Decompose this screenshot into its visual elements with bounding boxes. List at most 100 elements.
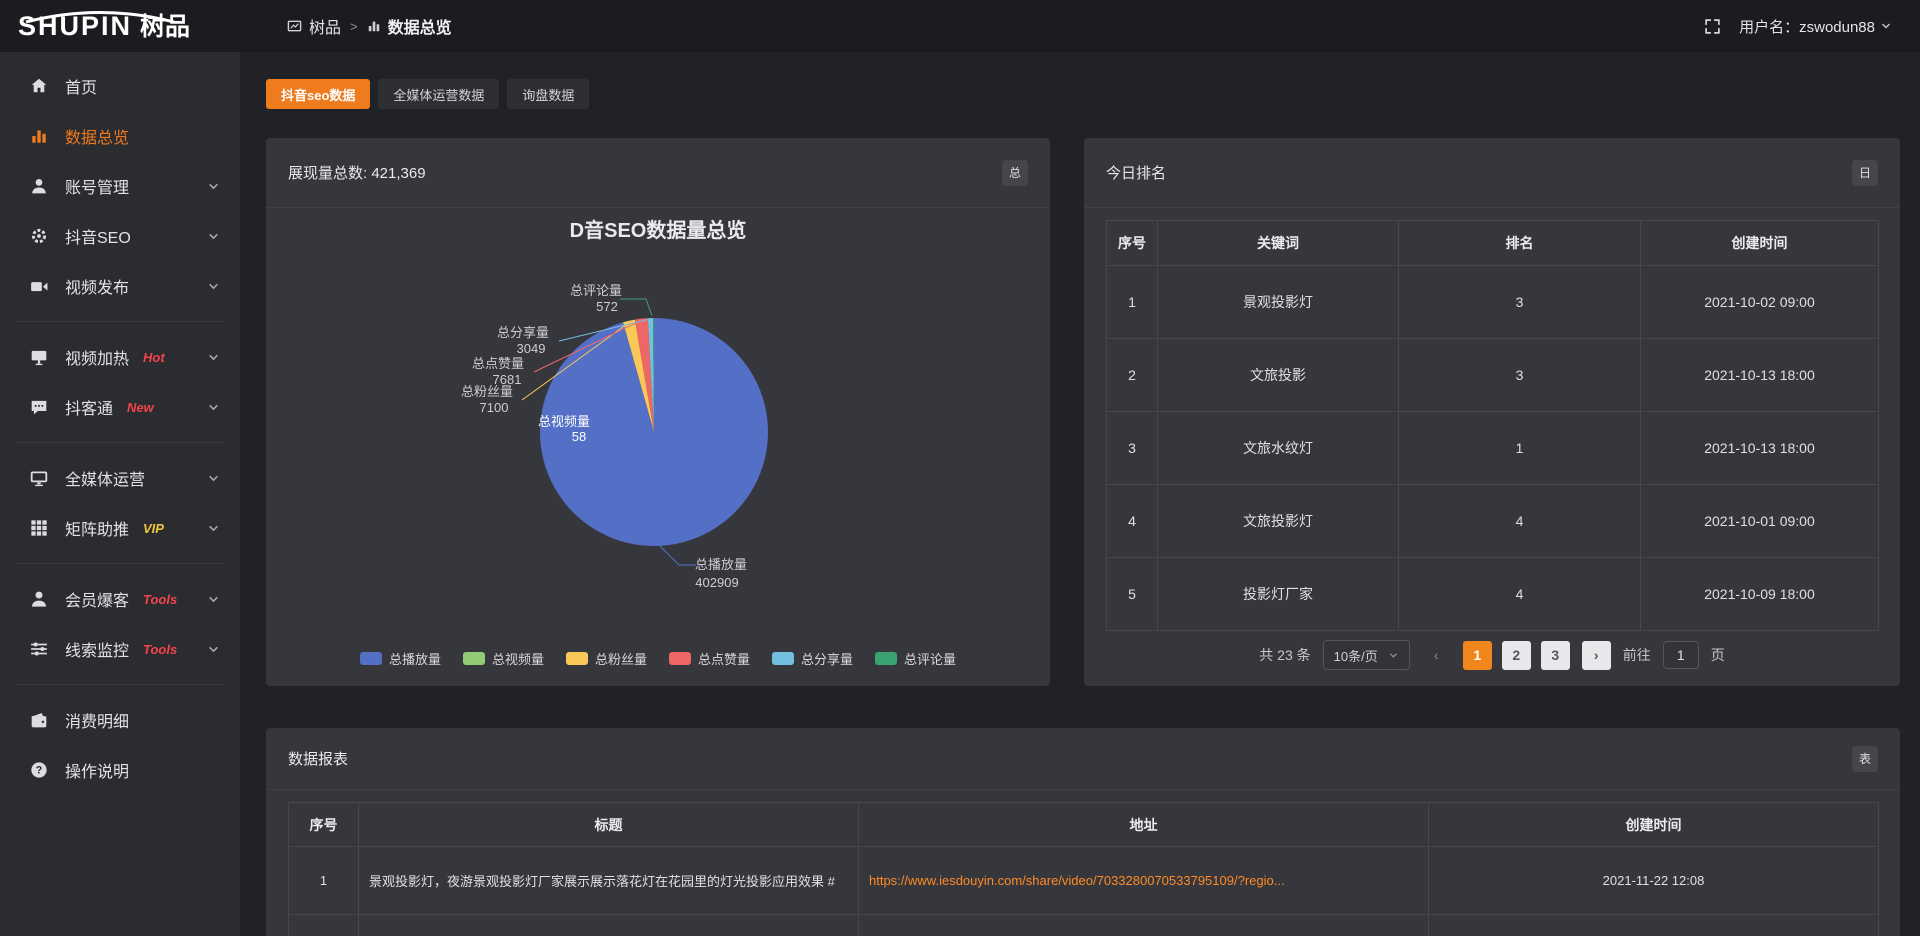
sidebar-item-label: 视频加热 xyxy=(65,345,129,369)
sidebar-item-help-circle[interactable]: ?操作说明 xyxy=(0,745,240,795)
table-row: 1景观投影灯，夜游景观投影灯厂家展示展示落花灯在花园里的灯光投影应用效果 #ht… xyxy=(289,847,1879,915)
impressions-total-label: 展现量总数: 421,369 xyxy=(288,162,426,183)
sidebar-item-video-camera[interactable]: 视频发布 xyxy=(0,261,240,311)
bar-chart-icon xyxy=(30,127,50,145)
rank-cell: 3 xyxy=(1399,339,1641,412)
fullscreen-icon[interactable] xyxy=(1704,18,1721,35)
chevron-down-icon xyxy=(207,643,220,656)
tab-1[interactable]: 全媒体运营数据 xyxy=(378,79,499,109)
screen-icon xyxy=(30,348,50,366)
page-button-2[interactable]: 2 xyxy=(1502,641,1531,670)
goto-page-input[interactable] xyxy=(1663,641,1699,669)
sidebar-item-chat[interactable]: 抖客通 New xyxy=(0,382,240,432)
legend-item-总粉丝量[interactable]: 总粉丝量 xyxy=(566,649,647,668)
sidebar-item-tag: Tools xyxy=(143,592,177,607)
sidebar-item-grid[interactable]: 矩阵助推 VIP xyxy=(0,503,240,553)
page-button-3[interactable]: 3 xyxy=(1541,641,1570,670)
legend-swatch xyxy=(360,652,382,665)
pie-callout-value: 402909 xyxy=(695,575,738,590)
sidebar-item-gear[interactable]: 抖音SEO xyxy=(0,211,240,261)
member-icon xyxy=(30,590,50,608)
sidebar-item-home[interactable]: 首页 xyxy=(0,61,240,111)
day-badge-button[interactable]: 日 xyxy=(1852,160,1878,186)
sidebar-divider xyxy=(16,442,224,443)
breadcrumb-root[interactable]: 树品 xyxy=(287,14,341,38)
page-buttons: 123 xyxy=(1463,641,1570,670)
sidebar-item-label: 首页 xyxy=(65,74,97,98)
report-column-header: 标题 xyxy=(359,803,859,847)
svg-text:?: ? xyxy=(36,765,43,777)
sidebar-item-wallet[interactable]: 消费明细 xyxy=(0,695,240,745)
sidebar-item-label: 矩阵助推 xyxy=(65,516,129,540)
monitor-icon xyxy=(30,469,50,487)
sidebar-item-tag: VIP xyxy=(143,521,164,536)
sidebar-item-label: 线索监控 xyxy=(65,637,129,661)
sidebar-item-screen[interactable]: 视频加热Hot xyxy=(0,332,240,382)
chevron-down-icon xyxy=(207,180,220,193)
tab-2[interactable]: 询盘数据 xyxy=(507,79,589,109)
chart-legend: 总播放量 总视频量 总粉丝量 总点赞量 总分享量 总评论量 xyxy=(266,649,1050,668)
logo-arc xyxy=(20,11,180,23)
pagination-total: 共 23 条 xyxy=(1259,645,1310,665)
table-row: 1景观投影灯32021-10-02 09:00 xyxy=(1107,266,1879,339)
legend-item-总分享量[interactable]: 总分享量 xyxy=(772,649,853,668)
sidebar-item-label: 抖客通 xyxy=(65,395,113,419)
goto-label: 前往 xyxy=(1623,645,1651,665)
sidebar-item-tag: New xyxy=(127,400,154,415)
next-page-button[interactable]: › xyxy=(1582,641,1611,670)
rank-cell: 5 xyxy=(1107,558,1158,631)
table-badge-button[interactable]: 表 xyxy=(1852,746,1878,772)
legend-item-总评论量[interactable]: 总评论量 xyxy=(875,649,956,668)
report-column-header: 序号 xyxy=(289,803,359,847)
legend-item-总视频量[interactable]: 总视频量 xyxy=(463,649,544,668)
total-badge-button[interactable]: 总 xyxy=(1002,160,1028,186)
legend-item-总播放量[interactable]: 总播放量 xyxy=(360,649,441,668)
prev-page-button[interactable]: ‹ xyxy=(1422,641,1451,670)
table-row: 3文旅水纹灯12021-10-13 18:00 xyxy=(1107,412,1879,485)
top-header: SHUPIN 树品 树品 > 数据总览 用户名：zswodun88 xyxy=(0,0,1920,52)
video-link[interactable]: https://www.iesdouyin.com/share/video/70… xyxy=(869,873,1418,888)
rank-cell: 文旅水纹灯 xyxy=(1158,412,1399,485)
chevron-down-icon xyxy=(207,472,220,485)
legend-label: 总评论量 xyxy=(904,649,956,668)
rank-panel-head: 今日排名 日 xyxy=(1084,138,1900,208)
sidebar-item-user[interactable]: 账号管理 xyxy=(0,161,240,211)
rank-column-header: 序号 xyxy=(1107,221,1158,266)
sidebar-item-label: 数据总览 xyxy=(65,124,129,148)
legend-swatch xyxy=(772,652,794,665)
pie-callout-value: 58 xyxy=(572,429,586,444)
rank-cell: 2021-10-01 09:00 xyxy=(1641,485,1879,558)
page-size-select[interactable]: 10条/页 xyxy=(1323,640,1410,670)
rank-column-header: 关键词 xyxy=(1158,221,1399,266)
rank-cell: 4 xyxy=(1399,485,1641,558)
sidebar-item-member[interactable]: 会员爆客Tools xyxy=(0,574,240,624)
tab-0[interactable]: 抖音seo数据 xyxy=(266,79,370,109)
legend-item-总点赞量[interactable]: 总点赞量 xyxy=(669,649,750,668)
pagination: 共 23 条 10条/页 ‹ 123 › 前往 页 xyxy=(1084,640,1900,670)
username-label: 用户名：zswodun88 xyxy=(1739,16,1875,37)
table-row: 2文旅投影32021-10-13 18:00 xyxy=(1107,339,1879,412)
user-dropdown[interactable]: 用户名：zswodun88 xyxy=(1739,16,1892,37)
report-cell-title xyxy=(359,915,859,936)
wallet-icon xyxy=(30,711,50,729)
grid-icon xyxy=(30,519,50,537)
report-cell-url xyxy=(859,915,1429,936)
rank-column-header: 创建时间 xyxy=(1641,221,1879,266)
pie-callout-name: 总点赞量 xyxy=(472,356,524,371)
rank-table: 序号关键词排名创建时间 1景观投影灯32021-10-02 09:002文旅投影… xyxy=(1106,220,1879,631)
page-size-value: 10条/页 xyxy=(1334,646,1378,665)
legend-swatch xyxy=(463,652,485,665)
sidebar-item-sliders[interactable]: 线索监控Tools xyxy=(0,624,240,674)
sidebar-divider xyxy=(16,684,224,685)
breadcrumb: 树品 > 数据总览 xyxy=(287,14,452,38)
sidebar-item-monitor[interactable]: 全媒体运营 xyxy=(0,453,240,503)
page-button-1[interactable]: 1 xyxy=(1463,641,1492,670)
rank-cell: 1 xyxy=(1107,266,1158,339)
table-row: 5投影灯厂家42021-10-09 18:00 xyxy=(1107,558,1879,631)
rank-cell: 2021-10-02 09:00 xyxy=(1641,266,1879,339)
rank-table-header-row: 序号关键词排名创建时间 xyxy=(1107,221,1879,266)
sidebar-item-bar-chart[interactable]: 数据总览 xyxy=(0,111,240,161)
chevron-down-icon xyxy=(1388,650,1399,661)
pie-chart: 总播放量402909总视频量58总粉丝量7100总点赞量7681总分享量3049… xyxy=(266,238,1050,598)
report-cell-time: 2021-11-22 12:08 xyxy=(1429,847,1879,915)
